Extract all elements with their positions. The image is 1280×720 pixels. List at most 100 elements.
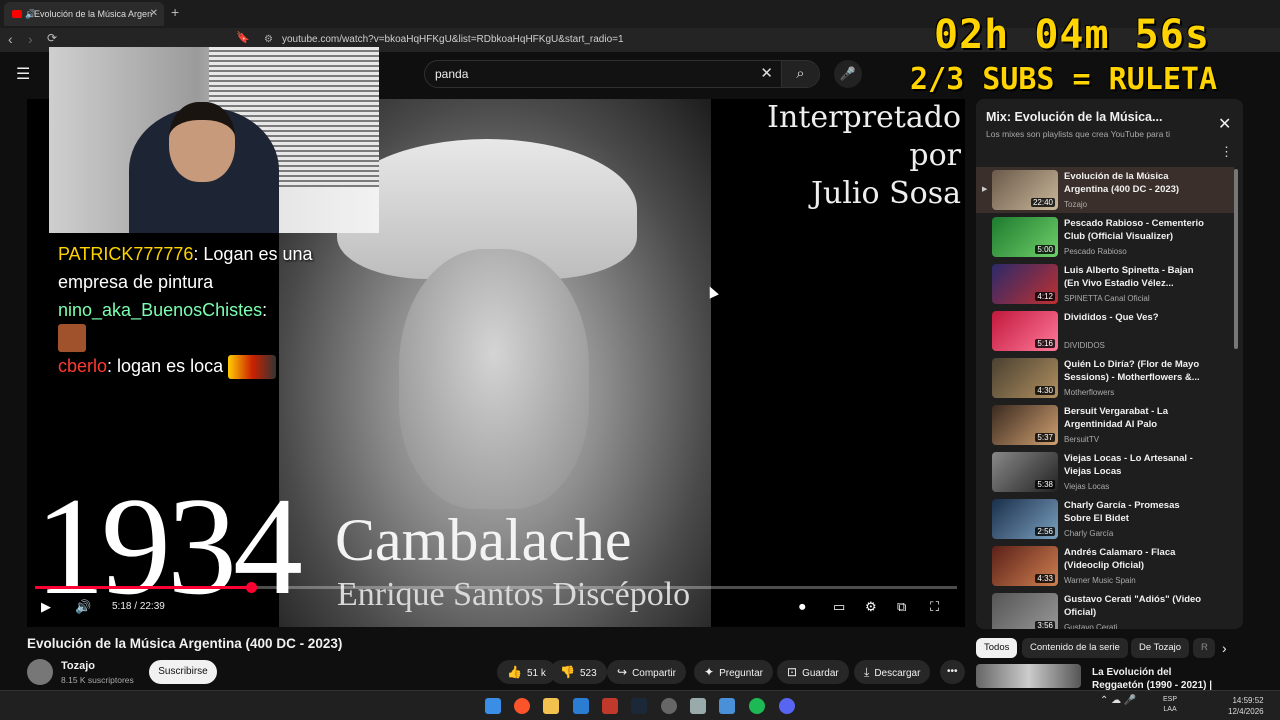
playlist-item[interactable]: 4:12 Luis Alberto Spinetta - Bajan (En Vi… <box>976 261 1234 307</box>
playlist-item[interactable]: 5:38 Viejas Locas - Lo Artesanal - Viejas… <box>976 449 1234 495</box>
forward-icon[interactable]: › <box>28 31 33 47</box>
close-tab-icon[interactable]: ✕ <box>150 2 158 26</box>
notepad-icon[interactable] <box>719 698 735 714</box>
stream-timer: 02h 04m 56s <box>934 12 1210 58</box>
subscribe-button[interactable]: Suscribirse <box>149 660 217 684</box>
dislike-button[interactable]: 👎 523 <box>550 660 607 684</box>
playlist-thumbnail: 2:56 <box>992 499 1058 539</box>
autoplay-toggle-icon[interactable]: ⏺ <box>799 599 806 615</box>
duration-badge: 4:30 <box>1035 386 1055 395</box>
thumbs-down-icon: 👎 <box>560 665 575 679</box>
save-label: Guardar <box>802 668 839 679</box>
playlist-scrollbar[interactable] <box>1234 169 1238 349</box>
face-shape <box>399 249 589 509</box>
browser-tab[interactable]: 🔊 Evolución de la Música Argen ✕ <box>4 2 164 26</box>
webcam-overlay <box>49 47 379 233</box>
menu-icon[interactable]: ☰ <box>16 64 30 84</box>
playlist-item[interactable]: 2:56 Charly García - Promesas Sobre El Bi… <box>976 496 1234 542</box>
playlist-thumbnail: 5:16 <box>992 311 1058 351</box>
miniplayer-icon[interactable]: ⧉ <box>897 599 906 615</box>
more-actions-button[interactable]: ••• <box>940 660 965 684</box>
spotify-icon[interactable] <box>749 698 765 714</box>
progress-fill <box>35 586 251 589</box>
bing-icon[interactable] <box>573 698 589 714</box>
streamer-head <box>169 102 235 182</box>
bookmark-icon[interactable]: 🔖 <box>236 31 250 44</box>
playlist-title: Mix: Evolución de la Música... <box>986 110 1163 124</box>
app-icon[interactable] <box>602 698 618 714</box>
file-explorer-icon[interactable] <box>543 698 559 714</box>
playlist-item-channel: Viejas Locas <box>1064 482 1110 491</box>
save-button[interactable]: ⊡ Guardar <box>777 660 849 684</box>
youtube-favicon-icon <box>12 10 22 18</box>
more-vert-icon[interactable]: ⋮ <box>1220 144 1233 160</box>
playlist-item[interactable]: 5:16 Divididos - Que Ves? DIVIDIDOS <box>976 308 1234 354</box>
playlist-item-title: Quién Lo Diría? (Flor de Mayo Sessions) … <box>1064 359 1200 383</box>
play-icon[interactable]: ▶ <box>41 599 51 615</box>
brave-browser-icon[interactable] <box>514 698 530 714</box>
settings-icon[interactable]: ⚙ <box>865 599 877 615</box>
dislike-count: 523 <box>579 668 597 679</box>
like-button[interactable]: 👍 51 k <box>497 660 556 684</box>
playlist-thumbnail: 5:00 <box>992 217 1058 257</box>
channel-name[interactable]: Tozajo <box>61 660 95 672</box>
stream-chat: PATRICK777776: Logan es una empresa de p… <box>58 240 348 380</box>
subtitles-icon[interactable]: ▭ <box>833 599 845 615</box>
chip-todos[interactable]: Todos <box>976 638 1018 658</box>
playlist-item-channel: SPINETTA Canal Oficial <box>1064 294 1150 303</box>
start-icon[interactable] <box>485 698 501 714</box>
playlist-item[interactable]: 3:56 Gustavo Cerati "Adiós" (Video Oficia… <box>976 590 1234 629</box>
playlist-item[interactable]: 5:00 Pescado Rabioso - Cementerio Club (O… <box>976 214 1234 260</box>
duration-badge: 22:40 <box>1030 198 1055 207</box>
obs-icon[interactable] <box>661 698 677 714</box>
ask-button[interactable]: ✦ Preguntar <box>694 660 773 684</box>
playlist-item-title: Divididos - Que Ves? <box>1064 312 1159 323</box>
search-query: panda <box>435 67 469 81</box>
download-button[interactable]: ⤓ Descargar <box>854 660 931 684</box>
playlist-item[interactable]: 4:33 Andrés Calamaro - Flaca (Videoclip O… <box>976 543 1234 589</box>
search-input[interactable]: panda ✕ ⌕ <box>424 60 820 88</box>
clock[interactable]: 14:59:52 12/4/2026 <box>1228 695 1264 717</box>
app2-icon[interactable] <box>690 698 706 714</box>
playlist-item-title: Gustavo Cerati "Adiós" (Video Oficial) <box>1064 594 1202 618</box>
steam-icon[interactable] <box>631 698 647 714</box>
chip-series[interactable]: Contenido de la serie <box>1022 638 1128 658</box>
share-button[interactable]: ↪ Compartir <box>607 660 686 684</box>
playlist-panel: Mix: Evolución de la Música... Los mixes… <box>976 99 1243 629</box>
playlist-item[interactable]: 5:37 Bersuit Vergarabat - La Argentinidad… <box>976 402 1234 448</box>
system-tray[interactable]: ⌃ ☁ 🎤 <box>1100 695 1136 706</box>
playlist-thumbnail: 4:30 <box>992 358 1058 398</box>
playlist-item[interactable]: 4:30 Quién Lo Diría? (Flor de Mayo Sessio… <box>976 355 1234 401</box>
playlist-item-channel: Tozajo <box>1064 200 1088 209</box>
playlist-item-title: Charly García - Promesas Sobre El Bidet <box>1064 500 1180 524</box>
channel-avatar[interactable] <box>27 659 53 685</box>
progress-bar[interactable] <box>35 582 957 593</box>
clear-search-icon[interactable]: ✕ <box>760 61 773 87</box>
recommended-video[interactable]: La Evolución del Reggaetón (1990 - 2021)… <box>976 664 1236 704</box>
fullscreen-icon[interactable]: ⛶ <box>930 599 939 615</box>
duration-badge: 5:00 <box>1035 245 1055 254</box>
sparkle-icon: ✦ <box>704 665 715 679</box>
chip-more[interactable]: R <box>1193 638 1215 658</box>
back-icon[interactable]: ‹ <box>8 31 13 47</box>
playlist-item-title: Viejas Locas - Lo Artesanal - Viejas Loc… <box>1064 453 1193 477</box>
playlist-item[interactable]: ▶ 22:40 Evolución de la Música Argentina (… <box>976 167 1234 213</box>
playlist-item-channel: BersuitTV <box>1064 435 1100 444</box>
close-icon[interactable]: ✕ <box>1218 114 1231 134</box>
duration-badge: 4:12 <box>1035 292 1055 301</box>
new-tab-icon[interactable]: + <box>171 4 179 20</box>
discord-icon[interactable] <box>779 698 795 714</box>
chat-message: nino_aka_BuenosChistes: <box>58 296 348 324</box>
search-icon[interactable]: ⌕ <box>781 61 819 87</box>
chevron-right-icon[interactable]: › <box>1222 640 1227 656</box>
reload-icon[interactable]: ⟳ <box>47 31 57 45</box>
progress-knob[interactable] <box>245 582 257 593</box>
chip-channel[interactable]: De Tozajo <box>1131 638 1190 658</box>
duration-badge: 2:56 <box>1035 527 1055 536</box>
volume-icon[interactable]: 🔊 <box>75 599 91 615</box>
time-current: 5:18 <box>112 601 132 612</box>
video-title: Evolución de la Música Argentina (400 DC… <box>27 636 343 651</box>
url-text: youtube.com/watch?v=bkoaHqHFKgU&list=RDb… <box>282 34 624 45</box>
microphone-icon[interactable]: 🎤 <box>834 60 862 88</box>
language-indicator[interactable]: ESP LAA <box>1163 695 1177 715</box>
